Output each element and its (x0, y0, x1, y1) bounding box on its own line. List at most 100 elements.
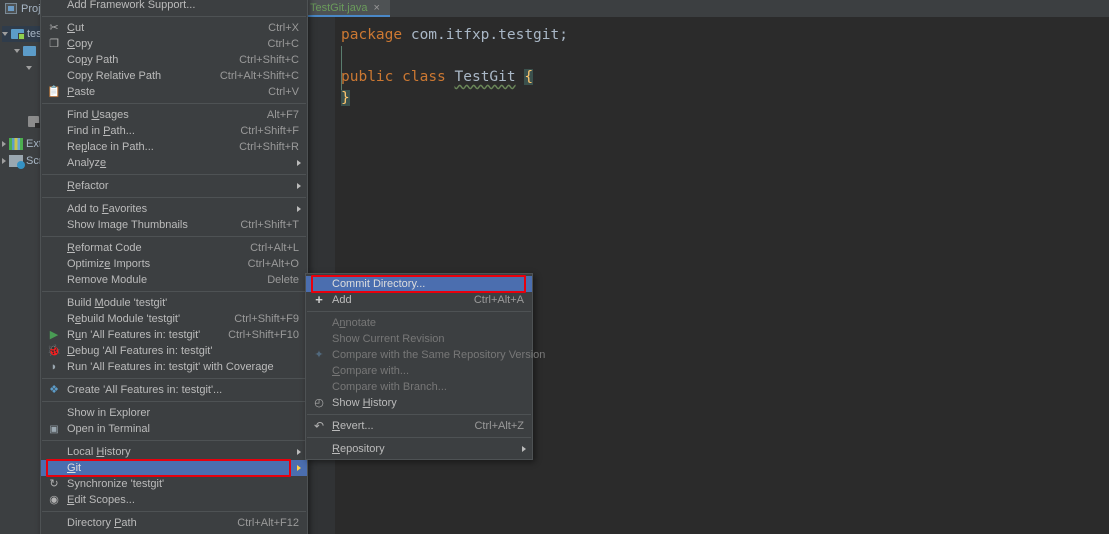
menu-item-directory-path[interactable]: Directory Path Ctrl+Alt+F12 (41, 515, 307, 531)
menu-item-label: Synchronize 'testgit' (67, 478, 165, 490)
menu-separator (42, 291, 306, 292)
chevron-right-icon (297, 160, 301, 166)
menu-item-revert[interactable]: ↶ Revert... Ctrl+Alt+Z (306, 418, 532, 434)
chevron-down-icon[interactable] (26, 66, 32, 70)
git-submenu[interactable]: Commit Directory... + Add Ctrl+Alt+A Annotat… (305, 273, 545, 460)
menu-item-create-all-features-in-testgit[interactable]: ❖ Create 'All Features in: testgit'... (41, 382, 307, 398)
project-icon (5, 3, 17, 14)
menu-item-shortcut: Ctrl+Shift+C (239, 54, 299, 66)
menu-item-reformat-code[interactable]: Reformat Code Ctrl+Alt+L (41, 240, 307, 256)
menu-item-label: Analyze (67, 157, 107, 169)
editor-tab-bar: TestGit.java × (305, 0, 1109, 17)
menu-item-label: Refactor (67, 180, 109, 192)
module-file-icon (28, 115, 40, 128)
editor-tab-testgit-java[interactable]: TestGit.java × (305, 0, 390, 17)
chevron-down-icon[interactable] (2, 32, 8, 36)
tree-node-testgit[interactable]: tes (2, 26, 42, 42)
external-libraries-icon (9, 138, 23, 150)
menu-item-label: Copy (67, 38, 93, 50)
menu-item-add-framework-support[interactable]: Add Framework Support... (41, 0, 307, 13)
scratches-icon (9, 155, 25, 169)
menu-item-shortcut: Ctrl+Shift+R (239, 141, 299, 153)
menu-item-open-in-terminal[interactable]: ▣ Open in Terminal (41, 421, 307, 437)
menu-item-label: Run 'All Features in: testgit' with Cove… (67, 361, 274, 373)
menu-item-add-to-favorites[interactable]: Add to Favorites (41, 201, 307, 217)
menu-item-shortcut: Ctrl+Alt+L (250, 242, 299, 254)
chevron-right-icon (297, 183, 301, 189)
compare-icon: ✦ (314, 349, 324, 361)
menu-item-label: Find Usages (67, 109, 129, 121)
coverage-icon: ◗ (50, 361, 58, 373)
menu-item-label: Commit Directory... (332, 278, 426, 290)
menu-item-label: Compare with... (332, 365, 410, 377)
menu-item-find-in-path[interactable]: Find in Path... Ctrl+Shift+F (41, 123, 307, 139)
menu-item-shortcut: Ctrl+Shift+F (240, 125, 299, 137)
menu-item-local-history[interactable]: Local History (41, 444, 307, 460)
menu-item-commit-directory[interactable]: Commit Directory... (306, 276, 532, 292)
menu-item-annotate: Annotate (306, 315, 532, 331)
chevron-right-icon[interactable] (2, 141, 6, 147)
menu-item-add[interactable]: + Add Ctrl+Alt+A (306, 292, 532, 308)
menu-item-synchronize-testgit[interactable]: ↻ Synchronize 'testgit' (41, 476, 307, 492)
menu-item-replace-in-path[interactable]: Replace in Path... Ctrl+Shift+R (41, 139, 307, 155)
menu-item-repository[interactable]: Repository (306, 441, 532, 457)
plus-icon: + (315, 292, 323, 307)
menu-item-label: Copy Relative Path (67, 70, 162, 82)
menu-item-copy-path[interactable]: Copy Path Ctrl+Shift+C (41, 52, 307, 68)
chevron-right-icon (297, 206, 301, 212)
chevron-down-icon[interactable] (14, 49, 20, 53)
history-icon: ◴ (314, 397, 324, 409)
menu-item-shortcut: Ctrl+Alt+O (247, 258, 299, 270)
menu-item-cut[interactable]: ✂ Cut Ctrl+X (41, 20, 307, 36)
menu-item-label: Add Framework Support... (67, 0, 196, 11)
menu-item-debug-all-features-in-testgit[interactable]: 🐞 Debug 'All Features in: testgit' (41, 343, 307, 359)
close-icon[interactable]: × (373, 2, 379, 14)
tree-node-external-libraries[interactable]: Ext (2, 136, 42, 152)
menu-item-label: Show History (332, 397, 397, 409)
run-icon: ▶ (49, 329, 59, 341)
menu-item-build-module-testgit[interactable]: Build Module 'testgit' (41, 295, 307, 311)
menu-item-show-history[interactable]: ◴ Show History (306, 395, 532, 411)
menu-item-shortcut: Delete (267, 274, 299, 286)
menu-item-label: Revert... (332, 420, 374, 432)
folder-icon (23, 46, 36, 56)
chevron-right-icon[interactable] (2, 158, 6, 164)
menu-item-refactor[interactable]: Refactor (41, 178, 307, 194)
menu-item-label: Annotate (332, 317, 377, 329)
code-brace-open: { (524, 69, 534, 85)
menu-item-copy[interactable]: ❐ Copy Ctrl+C (41, 36, 307, 52)
menu-item-label: Open in Terminal (67, 423, 150, 435)
menu-item-git[interactable]: Git (41, 460, 307, 476)
sync-icon: ↻ (49, 478, 59, 490)
context-menu[interactable]: Add Framework Support... ✂ Cut Ctrl+X ❐ Copy C… (40, 0, 308, 534)
tree-node-scratches[interactable]: Scr (2, 153, 43, 169)
menu-item-label: Debug 'All Features in: testgit' (67, 345, 213, 357)
menu-item-shortcut: Ctrl+Shift+F9 (234, 313, 299, 325)
menu-item-analyze[interactable]: Analyze (41, 155, 307, 171)
menu-item-run-all-features-in-testgit-with-coverag[interactable]: ◗ Run 'All Features in: testgit' with Cov… (41, 359, 307, 375)
menu-item-shortcut: Ctrl+Alt+Z (474, 420, 524, 432)
menu-item-show-in-explorer[interactable]: Show in Explorer (41, 405, 307, 421)
menu-item-show-image-thumbnails[interactable]: Show Image Thumbnails Ctrl+Shift+T (41, 217, 307, 233)
menu-item-run-all-features-in-testgit[interactable]: ▶ Run 'All Features in: testgit' Ctrl+Shif… (41, 327, 307, 343)
tree-node-module-file[interactable] (28, 113, 40, 129)
menu-item-find-usages[interactable]: Find Usages Alt+F7 (41, 107, 307, 123)
menu-item-remove-module[interactable]: Remove Module Delete (41, 272, 307, 288)
clipboard-icon: 📋 (47, 86, 61, 98)
ide-window: Proje tes Ext Scr TestGit.java × package… (0, 0, 1109, 534)
menu-item-shortcut: Ctrl+Alt+A (473, 294, 524, 306)
menu-item-label: Create 'All Features in: testgit'... (67, 384, 223, 396)
menu-separator (42, 174, 306, 175)
menu-item-label: Paste (67, 86, 96, 98)
menu-item-label: Git (67, 462, 82, 474)
menu-item-label: Cut (67, 22, 85, 34)
code-keyword-class: class (402, 69, 446, 85)
menu-item-edit-scopes[interactable]: ◉ Edit Scopes... (41, 492, 307, 508)
menu-item-shortcut: Alt+F7 (266, 109, 299, 121)
menu-item-copy-relative-path[interactable]: Copy Relative Path Ctrl+Alt+Shift+C (41, 68, 307, 84)
menu-item-rebuild-module-testgit[interactable]: Rebuild Module 'testgit' Ctrl+Shift+F9 (41, 311, 307, 327)
menu-separator (42, 378, 306, 379)
menu-item-optimize-imports[interactable]: Optimize Imports Ctrl+Alt+O (41, 256, 307, 272)
menu-item-compare-with-the-same-repository-version: ✦ Compare with the Same Repository Versio… (306, 347, 545, 363)
menu-item-paste[interactable]: 📋 Paste Ctrl+V (41, 84, 307, 100)
